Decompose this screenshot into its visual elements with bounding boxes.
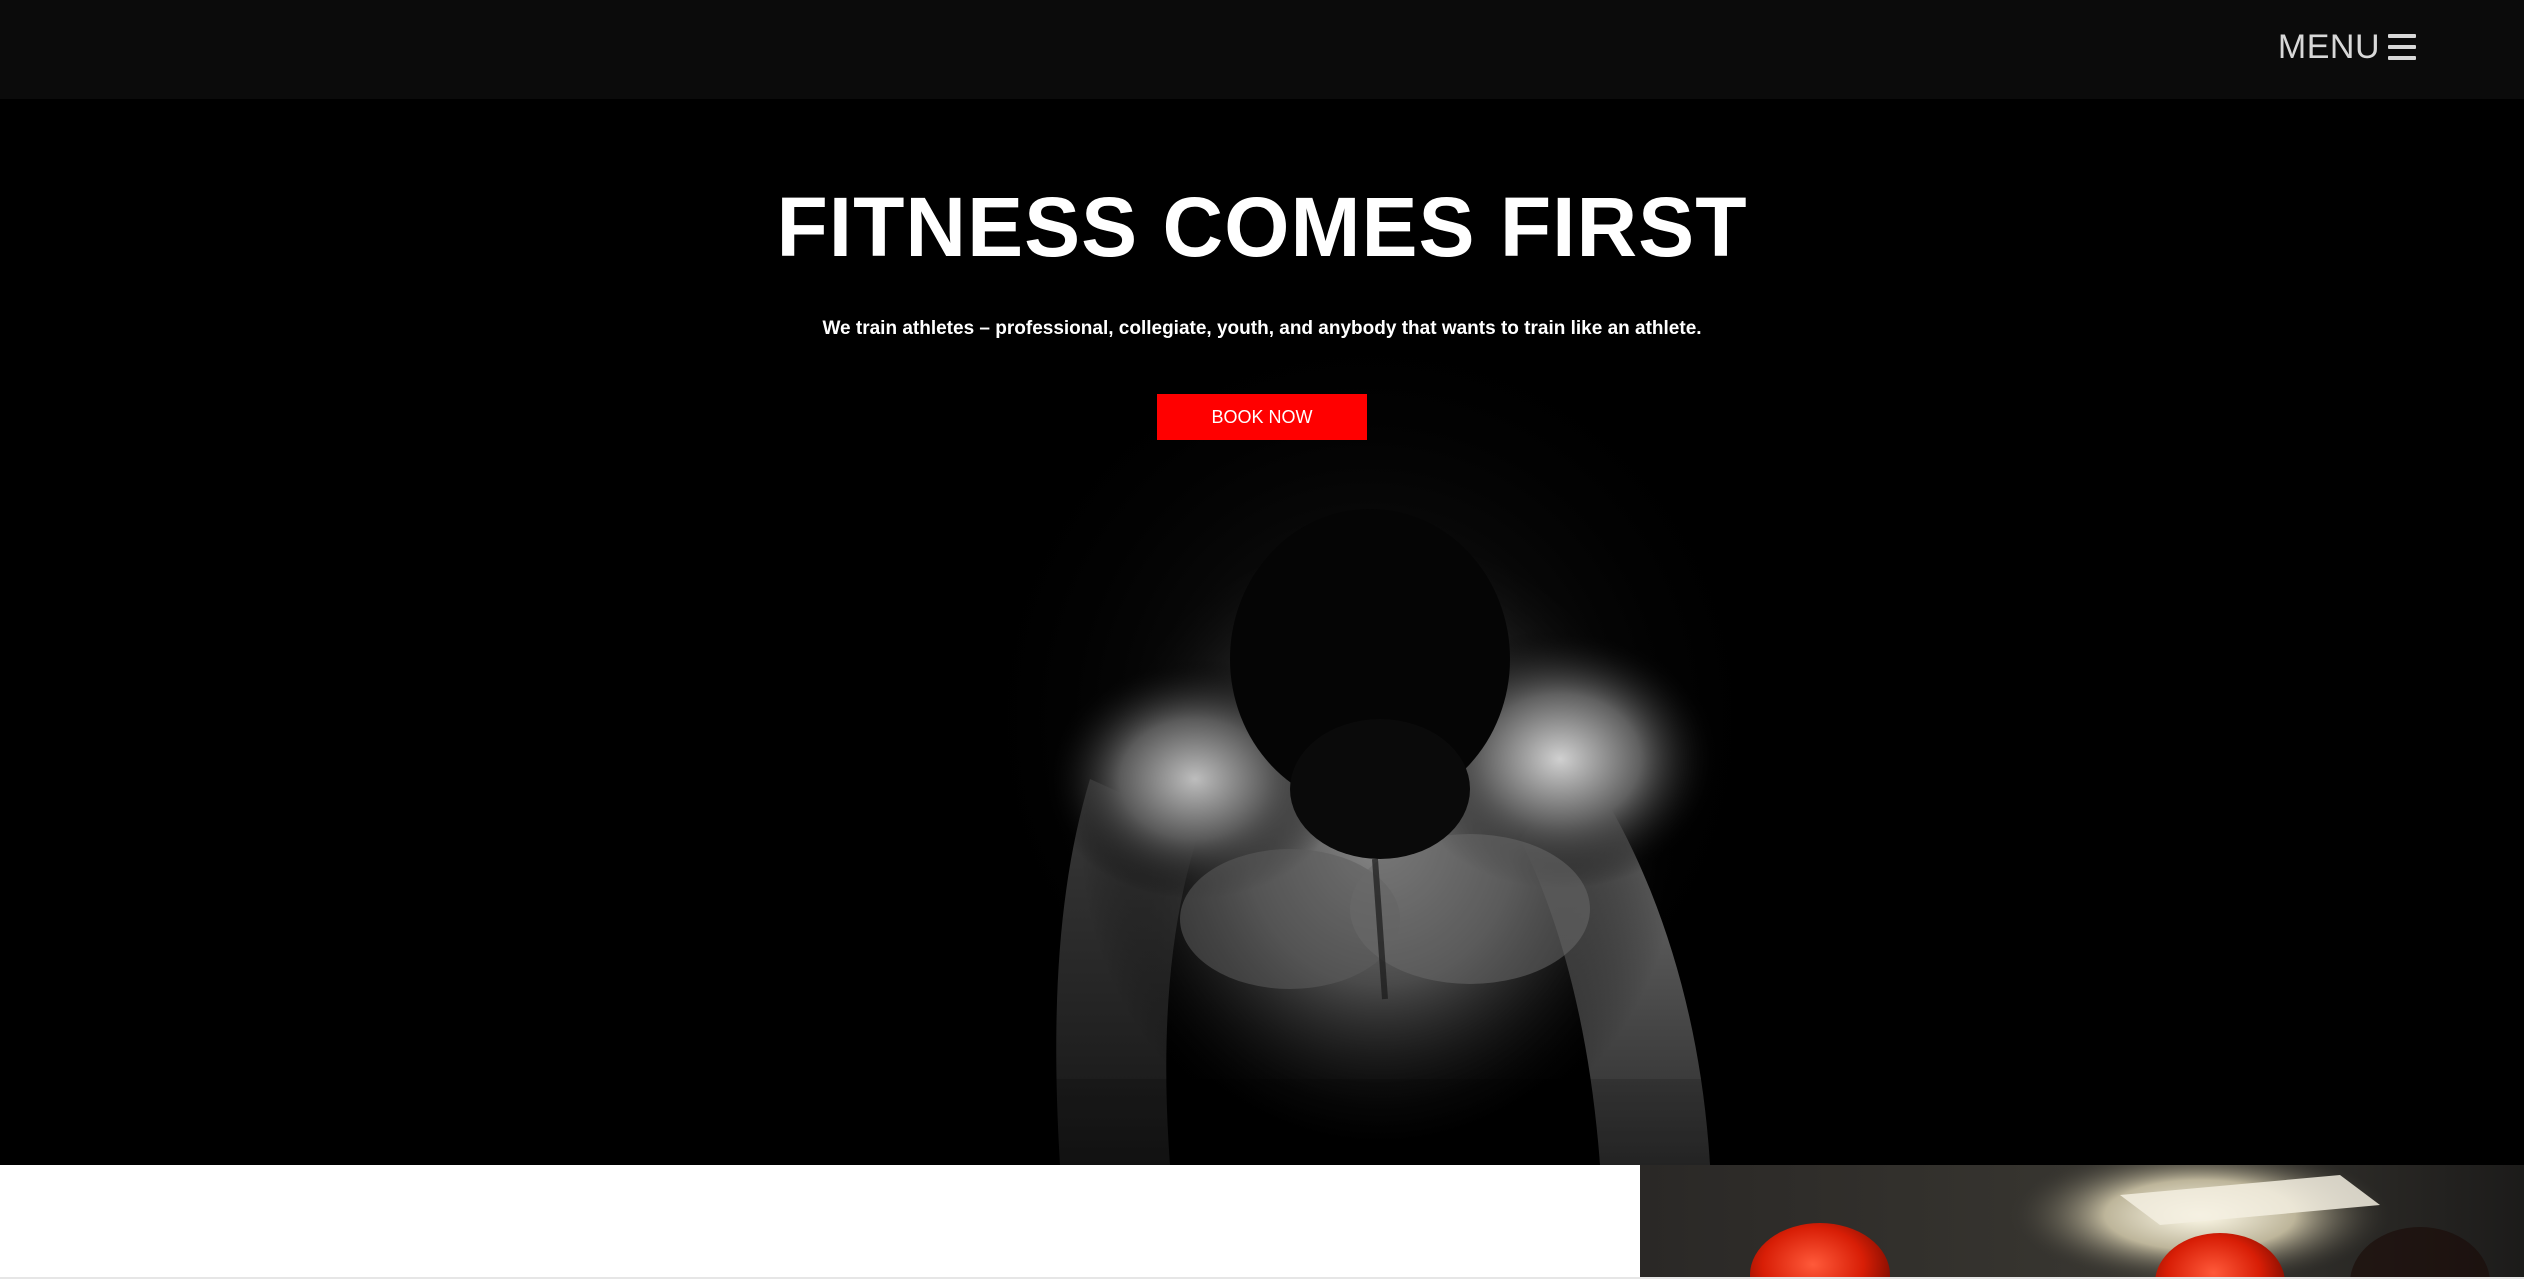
book-now-button[interactable]: BOOK NOW bbox=[1157, 394, 1367, 440]
hero-section: FITNESS COMES FIRST We train athletes – … bbox=[0, 99, 2524, 1165]
hero-subtitle: We train athletes – professional, colleg… bbox=[822, 318, 1702, 339]
content-panel bbox=[0, 1165, 1640, 1279]
site-header: MENU bbox=[0, 0, 2524, 99]
menu-toggle-button[interactable]: MENU bbox=[2278, 26, 2416, 68]
hero-title: FITNESS COMES FIRST bbox=[776, 180, 1748, 274]
boxing-gloves-photo bbox=[1640, 1165, 2524, 1279]
hamburger-icon bbox=[2388, 34, 2416, 60]
boxing-gloves-image bbox=[1640, 1165, 2524, 1279]
menu-label: MENU bbox=[2277, 28, 2380, 66]
